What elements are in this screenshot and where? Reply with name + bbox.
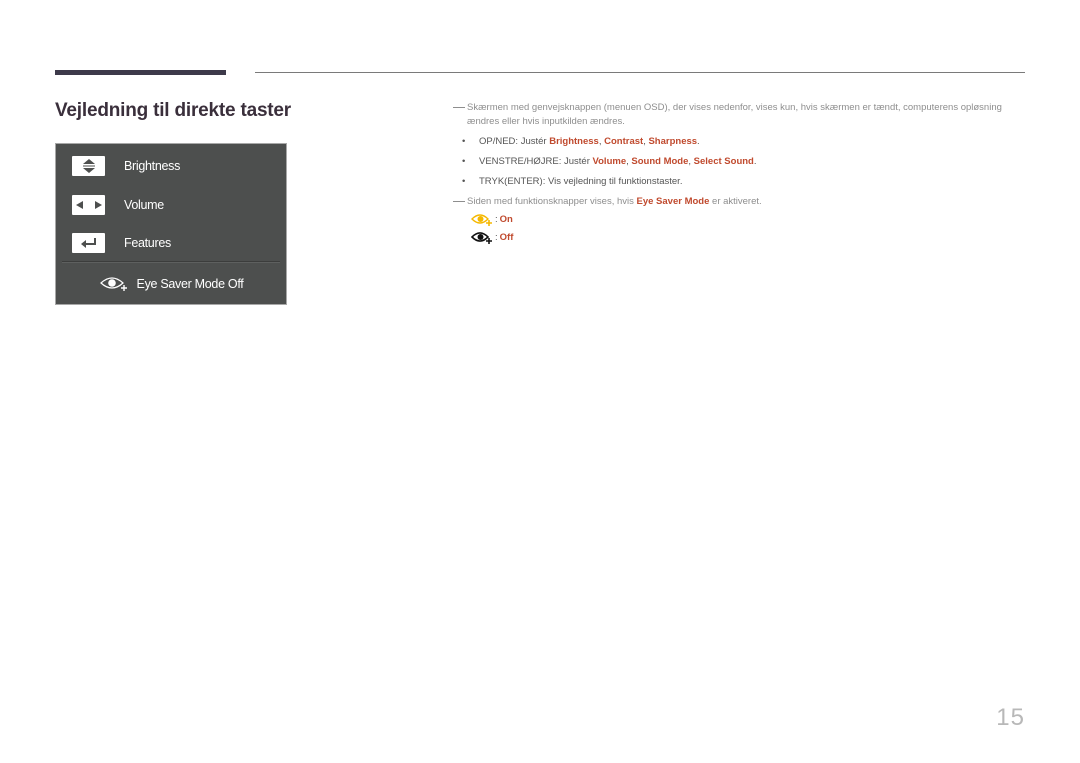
page-number: 15 <box>996 704 1025 731</box>
osd-row-volume: Volume <box>72 195 164 215</box>
highlight-sharpness: Sharpness <box>648 136 698 147</box>
up-down-arrows-icon <box>82 159 95 173</box>
note-eye-saver: Siden med funktionsknapper vises, hvis E… <box>453 195 1023 209</box>
left-right-arrows-icon <box>75 201 102 209</box>
header-accent-bar <box>55 70 226 75</box>
note-osd-visibility: Skærmen med genvejsknappen (menuen OSD),… <box>453 101 1023 129</box>
highlight-select-sound: Select Sound <box>693 156 754 167</box>
legend-eye-saver-off: : Off <box>453 229 1023 247</box>
legend-on-label: On <box>499 214 513 225</box>
bullet-left-right: • VENSTRE/HØJRE: Justér Volume, Sound Mo… <box>462 156 757 167</box>
bullet-dot-icon: • <box>462 156 466 167</box>
highlight-contrast: Contrast <box>604 136 644 147</box>
osd-guide-panel: Brightness Volume Features Eye Saver Mod… <box>55 143 287 305</box>
bullet-dot-icon: • <box>462 136 466 147</box>
legend-off-label: Off <box>499 232 514 243</box>
highlight-sound-mode: Sound Mode <box>631 156 689 167</box>
osd-divider <box>62 261 280 263</box>
note-dash-icon <box>453 201 465 202</box>
notes-section: Skærmen med genvejsknappen (menuen OSD),… <box>453 101 1023 247</box>
enter-key <box>72 233 105 253</box>
bullet-up-down: • OP/NED: Justér Brightness, Contrast, S… <box>462 136 700 147</box>
osd-row-features: Features <box>72 233 171 253</box>
enter-icon <box>80 238 96 248</box>
highlight-brightness: Brightness <box>549 136 599 147</box>
eye-saver-icon <box>99 277 127 291</box>
highlight-volume: Volume <box>592 156 627 167</box>
bullet-enter: • TRYK(ENTER): Vis vejledning til funkti… <box>462 176 683 187</box>
osd-row-brightness: Brightness <box>72 156 180 176</box>
osd-eye-saver-row: Eye Saver Mode Off <box>56 274 286 294</box>
highlight-eye-saver-mode: Eye Saver Mode <box>636 196 710 207</box>
eye-saver-on-icon <box>471 214 492 226</box>
page-title: Vejledning til direkte taster <box>55 100 291 121</box>
osd-label-features: Features <box>124 236 171 250</box>
osd-label-brightness: Brightness <box>124 159 181 173</box>
note-dash-icon <box>453 107 465 108</box>
left-right-key <box>72 195 105 215</box>
header-rule <box>255 72 1025 73</box>
up-down-key <box>72 156 105 176</box>
bullet-dot-icon: • <box>462 176 466 187</box>
osd-eye-saver-label: Eye Saver Mode Off <box>136 277 244 291</box>
eye-saver-off-icon <box>471 232 492 244</box>
legend-eye-saver-on: : On <box>453 211 1023 229</box>
osd-label-volume: Volume <box>124 198 164 212</box>
